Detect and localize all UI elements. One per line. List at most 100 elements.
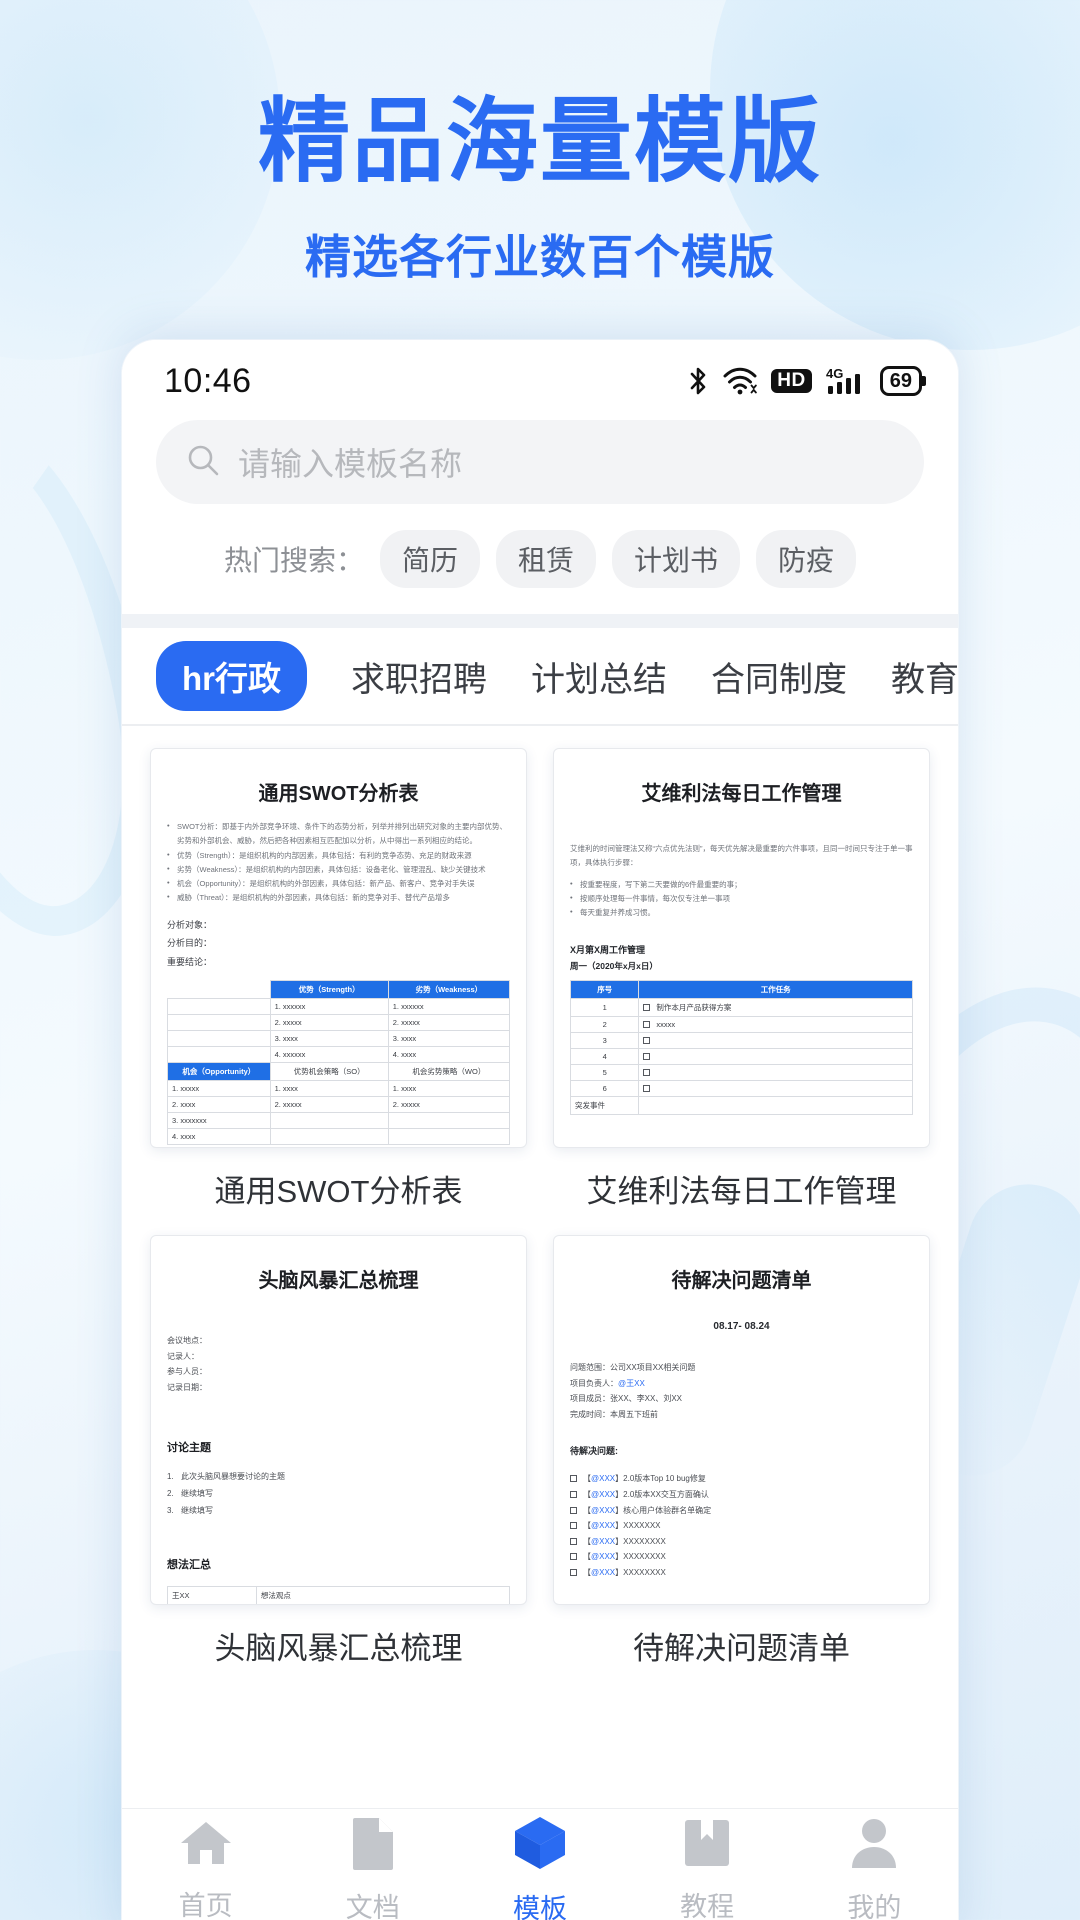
doc-field-label: 会议地点： [167,1336,207,1345]
task-row-no: 2 [569,1015,640,1033]
doc-bullet: 机会（Opportunity）：是组织机构的外部因素，具体包括：新产品、新客户、… [167,876,510,891]
checkbox-icon[interactable] [570,1568,577,1576]
template-grid: 通用SWOT分析表 SWOT分析：即基于内外部竞争环境、条件下的态势分析，列举并… [122,726,958,1668]
checkbox-icon[interactable] [570,1506,577,1514]
nav-label-profile: 我的 [847,1892,902,1920]
template-card-title: 待解决问题清单 [633,1631,850,1666]
template-card[interactable]: 待解决问题清单 08.17- 08.24 问题范围：公司XX项目XX相关问题 项… [553,1235,930,1668]
nav-item-tutorial[interactable]: 教程 [624,1816,791,1920]
doc-bullet: 劣势（Weakness）：是组织机构的内部因素，具体包括：设备老化、管理混乱、缺… [167,862,510,877]
nav-label-document: 文档 [345,1892,400,1920]
bluetooth-icon [687,365,709,397]
checkbox-icon[interactable] [570,1522,577,1530]
doc-meta-row: 项目成员：张XX、李XX、刘XX [570,1394,683,1404]
task-col-task: 工作任务 [638,979,913,999]
cube-icon [511,1814,569,1877]
document-icon [349,1815,397,1876]
checkbox-icon[interactable] [643,1036,651,1044]
checkbox-icon[interactable] [570,1490,577,1498]
tab-qiuzhi-zhaopin[interactable]: 求职招聘 [351,652,487,701]
issue-item: 【@XXX】2.0版本XX交互方面确认 [570,1487,913,1503]
issue-item: 【@XXX】XXXXXXXX [570,1534,913,1550]
checkbox-icon[interactable] [570,1537,577,1545]
issue-item: 【@XXX】2.0版本Top 10 bug修复 [570,1471,913,1487]
tab-jihua-zongjie[interactable]: 计划总结 [531,652,667,701]
idea-person: 设计师 [167,1603,257,1604]
swot-wo-item: 2. xxxxx [387,1096,511,1114]
template-thumbnail-aiweili[interactable]: 艾维利法每日工作管理 艾维利的时间管理法又称“六点优先法则”，每天优先解决最重要… [553,748,930,1148]
checkbox-icon[interactable] [643,1068,651,1076]
doc-field-label: 重要结论： [167,957,213,968]
nav-label-template: 模板 [512,1893,567,1920]
template-card[interactable]: 头脑风暴汇总梳理 会议地点： 记录人： 参与人员： 记录日期： 讨论主题 1. 此… [150,1235,527,1668]
checkbox-icon[interactable] [643,1052,651,1060]
doc-bullet: 按顺序处理每一件事情，每次仅专注单一事项 [570,891,913,906]
doc-topic-item: 3. 继续填写 [167,1505,213,1515]
svg-text:4G: 4G [826,366,843,381]
search-section: 请输入模板名称 热门搜索： 简历 租赁 计划书 防疫 [122,412,958,614]
swot-opportunity-item: 2. xxxx [167,1096,271,1114]
template-card[interactable]: 艾维利法每日工作管理 艾维利的时间管理法又称“六点优先法则”，每天优先解决最重要… [553,748,930,1211]
swot-opportunity-label: 机会（Opportunity） [167,1062,271,1082]
task-row-no: 1 [569,997,640,1017]
doc-title: 待解决问题清单 [671,1270,812,1292]
promo-title: 精品海量模版 [257,91,822,193]
doc-title: 艾维利法每日工作管理 [641,783,842,805]
task-row-no: 5 [569,1063,640,1081]
hd-icon: HD [771,369,812,393]
tab-jiaoyu[interactable]: 教育 [891,652,958,701]
tab-hr-xingzheng[interactable]: hr行政 [156,641,307,711]
doc-section-title: X月第X周工作管理 [570,944,646,955]
status-bar-icons: HD 4G 69 [687,365,922,397]
doc-topic-item: 1. 此次头脑风暴想要讨论的主题 [167,1472,285,1482]
book-icon [681,1816,733,1875]
doc-meta-row: 完成时间：本周五下班前 [570,1409,658,1419]
doc-bullet: 威胁（Threat）：是组织机构的外部因素，具体包括：新的竞争对手、替代产品增多 [167,890,510,905]
swot-weakness-item: 3. xxxx [387,1030,511,1048]
swot-so-label: 优势机会策略（SO） [269,1062,389,1082]
doc-meta-row: 项目负责人：@王XX [570,1378,645,1388]
template-card[interactable]: 通用SWOT分析表 SWOT分析：即基于内外部竞争环境、条件下的态势分析，列举并… [150,748,527,1211]
search-input[interactable]: 请输入模板名称 [156,420,924,504]
doc-bullet: SWOT分析：即基于内外部竞争环境、条件下的态势分析，列举并排列出研究对象的主要… [167,819,510,849]
template-thumbnail-swot[interactable]: 通用SWOT分析表 SWOT分析：即基于内外部竞争环境、条件下的态势分析，列举并… [150,748,527,1148]
checkbox-icon[interactable] [570,1553,577,1561]
doc-date-range: 08.17- 08.24 [713,1321,770,1332]
issue-item: 【@XXX】核心用户体验群名单确定 [570,1503,913,1519]
hot-search-tag-1[interactable]: 租赁 [495,530,596,588]
hot-search-tag-2[interactable]: 计划书 [612,530,741,588]
doc-bullet: 每天重复并养成习惯。 [570,905,913,920]
checkbox-icon[interactable] [570,1475,577,1483]
doc-title: 头脑风暴汇总梳理 [258,1270,419,1292]
checkbox-icon[interactable] [643,1003,651,1011]
swot-strength-item: 1. xxxxxx [269,998,389,1016]
checkbox-icon[interactable] [643,1020,651,1028]
hot-search-label: 热门搜索： [223,545,364,576]
swot-strength-item: 4. xxxxxx [269,1046,389,1064]
checkbox-icon[interactable] [643,1084,651,1092]
idea-person: 王XX [167,1585,257,1604]
promo-subtitle: 精选各行业数百个模版 [305,230,775,283]
nav-item-document[interactable]: 文档 [289,1815,456,1920]
template-thumbnail-brainstorm[interactable]: 头脑风暴汇总梳理 会议地点： 记录人： 参与人员： 记录日期： 讨论主题 1. 此… [150,1235,527,1605]
home-icon [178,1817,234,1874]
status-bar-clock: 10:46 [164,361,252,400]
nav-item-profile[interactable]: 我的 [791,1815,958,1920]
swot-wo-item: 1. xxxx [387,1080,511,1098]
doc-field-label: 参与人员： [167,1367,207,1377]
hot-search-tag-0[interactable]: 简历 [379,530,480,588]
template-thumbnail-issues[interactable]: 待解决问题清单 08.17- 08.24 问题范围：公司XX项目XX相关问题 项… [553,1235,930,1605]
task-row-no: 6 [569,1079,640,1097]
nav-item-template[interactable]: 模板 [456,1814,623,1920]
nav-item-home[interactable]: 首页 [122,1817,289,1920]
ideas-table: 王XX 想法观点 设计师 填写最新的想法。 想法来源：填写最重要的想法的来源或思… [167,1585,511,1604]
doc-section-title: 讨论主题 [167,1442,211,1455]
promo-header: 精品海量模版 精选各行业数百个模版 [0,0,1080,287]
hot-search-tag-3[interactable]: 防疫 [756,530,857,588]
doc-field-label: 分析目的： [167,938,213,949]
tab-hetong-zhidu[interactable]: 合同制度 [711,652,847,701]
swot-strength-header: 优势（Strength） [269,980,389,1000]
task-row-text: xxxxx [656,1019,676,1029]
issue-item: 【@XXX】XXXXXXXX [570,1549,913,1565]
task-col-no: 序号 [569,979,640,999]
